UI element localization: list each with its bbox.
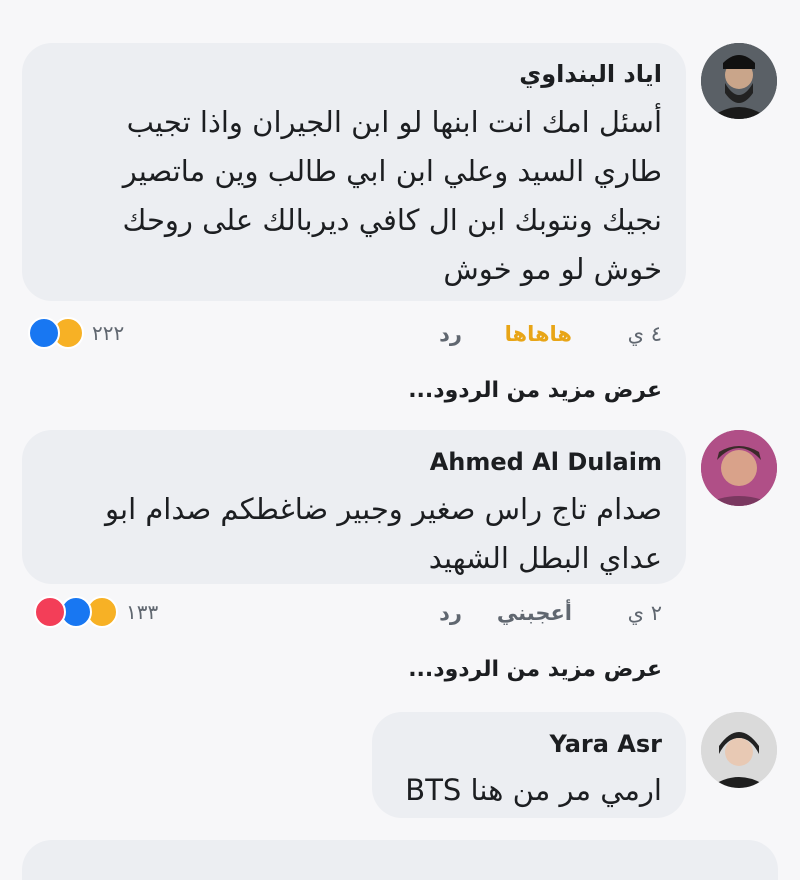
user-photo-icon [701,43,777,119]
comment-author[interactable]: اياد البنداوي [519,60,662,88]
reply-button[interactable]: رد [439,322,462,346]
comment-actions: ٢ ي أعجبني رد [312,601,662,631]
reaction-summary[interactable]: ٢٢٢ [24,317,164,351]
view-more-replies-link[interactable]: عرض مزيد من الردود... [408,657,662,682]
comment-text-line: نجيك ونتوبك ابن ال كافي ديربالك على روحك [122,203,662,237]
avatar[interactable] [701,712,777,788]
reaction-count: ١٣٣ [126,600,159,624]
love-icon [34,596,66,628]
reaction-count: ٢٢٢ [92,321,125,345]
comment-text-line: طاري السيد وعلي ابن ابي طالب وين ماتصير [122,154,662,188]
user-photo-icon [701,712,777,788]
comment-text-line: خوش لو مو خوش [443,252,662,286]
reaction-label-button[interactable]: هاهاها [505,322,572,346]
reaction-summary[interactable]: ١٣٣ [22,596,182,630]
comment-text-line: صدام تاج راس صغير وجبير ضاغطكم صدام ابو [105,492,662,526]
comment-author[interactable]: Ahmed Al Dulaim [430,448,662,476]
reply-button[interactable]: رد [439,601,462,625]
comment-text-line: أسئل امك انت ابنها لو ابن الجيران واذا ت… [126,105,662,139]
comment-author[interactable]: Yara Asr [550,730,662,758]
timestamp[interactable]: ٢ ي [628,601,662,625]
comment-text-line: ارمي مر من هنا BTS [405,773,662,807]
next-comment-bubble-partial [22,840,778,880]
comment-text-line: عداي البطل الشهيد [428,541,662,575]
avatar[interactable] [701,430,777,506]
timestamp[interactable]: ٤ ي [628,322,662,346]
avatar[interactable] [701,43,777,119]
comment-actions: ٤ ي هاهاها رد [312,322,662,352]
like-button[interactable]: أعجبني [497,601,572,625]
view-more-replies-link[interactable]: عرض مزيد من الردود... [408,378,662,403]
like-icon [28,317,60,349]
user-photo-icon [701,430,777,506]
